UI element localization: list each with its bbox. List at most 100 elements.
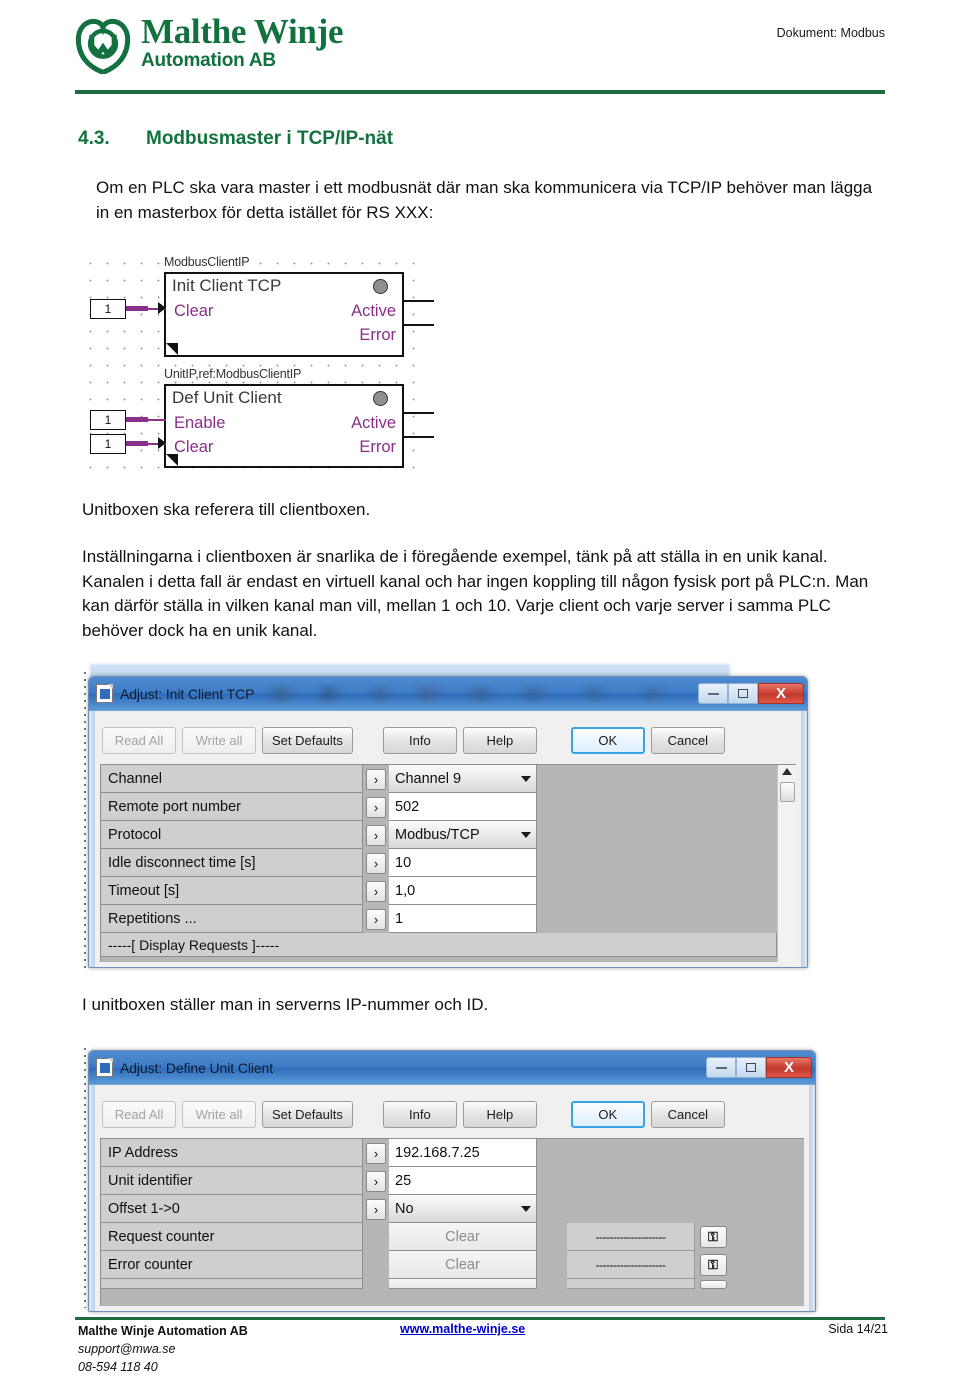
- table-row[interactable]: Timeout [s] › 1,0: [101, 877, 777, 905]
- dialog1-help-button[interactable]: Help: [462, 727, 537, 754]
- table-row[interactable]: Protocol › Modbus/TCP: [101, 821, 777, 849]
- dialog1-row2-expand[interactable]: ›: [363, 821, 389, 849]
- dialog2-row0-value[interactable]: 192.168.7.25: [389, 1139, 537, 1167]
- chevron-right-icon[interactable]: ›: [366, 1170, 386, 1192]
- dialog1-row0-value[interactable]: Channel 9: [389, 765, 537, 793]
- dialog2-close-button[interactable]: X: [766, 1057, 812, 1078]
- chevron-right-icon[interactable]: ›: [366, 1198, 386, 1220]
- fb2-const-enable[interactable]: 1: [90, 410, 126, 430]
- dialog1-row3-value[interactable]: 10: [389, 849, 537, 877]
- dialog1-write-all-button[interactable]: Write all: [182, 727, 256, 754]
- chevron-down-icon[interactable]: [521, 775, 531, 782]
- fb2-const-clear[interactable]: 1: [90, 434, 126, 454]
- dialog1-vertical-scrollbar[interactable]: [777, 765, 796, 962]
- chevron-right-icon[interactable]: ›: [366, 824, 386, 846]
- dialog1-row5-value[interactable]: 1: [389, 905, 537, 933]
- table-row[interactable]: Idle disconnect time [s] › 10: [101, 849, 777, 877]
- table-row-partial[interactable]: [101, 1279, 804, 1289]
- dialog2-row1-value[interactable]: 25: [389, 1167, 537, 1195]
- dialog2-titlebar[interactable]: Adjust: Define Unit Client X: [89, 1051, 815, 1085]
- dialog2-write-all-button[interactable]: Write all: [182, 1101, 256, 1128]
- dialog1-close-button[interactable]: X: [758, 683, 804, 704]
- dialog2-window-controls[interactable]: X: [706, 1057, 812, 1078]
- dialog2-read-all-button[interactable]: Read All: [102, 1101, 176, 1128]
- dialog2-ok-button[interactable]: OK: [570, 1101, 645, 1128]
- table-row[interactable]: Error counter Clear --------------------…: [101, 1251, 804, 1279]
- dialog1-cancel-button[interactable]: Cancel: [650, 727, 725, 754]
- table-row[interactable]: Channel › Channel 9: [101, 765, 777, 793]
- table-row[interactable]: Request counter Clear ------------------…: [101, 1223, 804, 1251]
- dialog2-help-button[interactable]: Help: [462, 1101, 537, 1128]
- chevron-right-icon[interactable]: ›: [366, 768, 386, 790]
- dialog2-row5-key-partial[interactable]: [695, 1279, 731, 1289]
- chevron-right-icon[interactable]: ›: [366, 880, 386, 902]
- dialog2-info-button[interactable]: Info: [382, 1101, 457, 1128]
- fb2-input-clear: Clear: [174, 438, 214, 456]
- dialog2-row4-label: Error counter: [101, 1251, 363, 1279]
- dialog1-app-icon: [96, 684, 113, 703]
- fb2-block[interactable]: Def Unit Client Enable Clear Active Erro…: [164, 384, 404, 468]
- dialog1-row5-expand[interactable]: ›: [363, 905, 389, 933]
- dialog2-row0-spacer: [537, 1139, 804, 1167]
- dialog1-row3-expand[interactable]: ›: [363, 849, 389, 877]
- logo-title: Malthe Winje: [141, 12, 344, 51]
- dialog1-info-button[interactable]: Info: [382, 727, 457, 754]
- dialog1-row0-value-text: Channel 9: [395, 770, 462, 787]
- fb2-title: Def Unit Client: [172, 388, 282, 407]
- fb2-caption: UnitIP,ref:ModbusClientIP: [164, 367, 302, 381]
- fb1-block[interactable]: Init Client TCP Clear Active Error: [164, 272, 404, 357]
- dialog2-row5-clear-partial[interactable]: [389, 1279, 537, 1289]
- dialog2-row0-expand[interactable]: ›: [363, 1139, 389, 1167]
- table-row[interactable]: Repetitions ... › 1: [101, 905, 777, 933]
- key-icon[interactable]: ⚿: [699, 1226, 727, 1248]
- dialog1-row4-expand[interactable]: ›: [363, 877, 389, 905]
- dialog2-row3-clear-button[interactable]: Clear: [389, 1223, 537, 1251]
- dialog1-minimize-button[interactable]: [698, 683, 728, 704]
- dialog1-titlebar[interactable]: Adjust: Init Client TCP X: [89, 677, 807, 711]
- table-row[interactable]: Offset 1->0 › No: [101, 1195, 804, 1223]
- scrollbar-thumb[interactable]: [780, 782, 795, 802]
- key-icon[interactable]: ⚿: [699, 1254, 727, 1276]
- dialog2-row2-value-text: No: [395, 1200, 414, 1217]
- chevron-right-icon[interactable]: ›: [366, 796, 386, 818]
- dialog1-row1-value[interactable]: 502: [389, 793, 537, 821]
- dialog2-row2-expand[interactable]: ›: [363, 1195, 389, 1223]
- chevron-down-icon[interactable]: [521, 1205, 531, 1212]
- dialog1-read-all-button[interactable]: Read All: [102, 727, 176, 754]
- fb1-const-clear[interactable]: 1: [90, 299, 126, 319]
- dialog2-minimize-button[interactable]: [706, 1057, 736, 1078]
- dialog1-row4-value[interactable]: 1,0: [389, 877, 537, 905]
- footer-divider: [75, 1317, 885, 1320]
- dialog2-row1-expand[interactable]: ›: [363, 1167, 389, 1195]
- chevron-down-icon[interactable]: [521, 831, 531, 838]
- page-edge-dots-1: [84, 672, 86, 972]
- dialog1-ok-button[interactable]: OK: [570, 727, 645, 754]
- dialog2-cancel-button[interactable]: Cancel: [650, 1101, 725, 1128]
- dialog2-maximize-button[interactable]: [736, 1057, 766, 1078]
- dialog2-row2-value[interactable]: No: [389, 1195, 537, 1223]
- fb1-output-active: Active: [351, 302, 396, 320]
- dialog1-maximize-button[interactable]: [728, 683, 758, 704]
- table-row[interactable]: Remote port number › 502: [101, 793, 777, 821]
- dialog-define-unit-client[interactable]: Adjust: Define Unit Client X Read All Wr…: [88, 1050, 816, 1312]
- table-row[interactable]: Unit identifier › 25: [101, 1167, 804, 1195]
- dialog2-row3-key-cell[interactable]: ⚿: [695, 1223, 731, 1251]
- dialog1-window-controls[interactable]: X: [698, 683, 804, 704]
- dialog-init-client-tcp[interactable]: Adjust: Init Client TCP X Read All Write…: [88, 676, 808, 968]
- footer-company: Malthe Winje Automation AB: [78, 1324, 248, 1338]
- dialog2-row4-key-cell[interactable]: ⚿: [695, 1251, 731, 1279]
- chevron-right-icon[interactable]: ›: [366, 908, 386, 930]
- dialog1-set-defaults-button[interactable]: Set Defaults: [262, 727, 353, 754]
- dialog1-row2-spacer: [537, 821, 777, 849]
- table-row[interactable]: IP Address › 192.168.7.25: [101, 1139, 804, 1167]
- dialog2-set-defaults-button[interactable]: Set Defaults: [262, 1101, 353, 1128]
- dialog1-row1-expand[interactable]: ›: [363, 793, 389, 821]
- dialog1-row2-value[interactable]: Modbus/TCP: [389, 821, 537, 849]
- chevron-right-icon[interactable]: ›: [366, 1142, 386, 1164]
- dialog1-row0-expand[interactable]: ›: [363, 765, 389, 793]
- scroll-up-arrow-icon[interactable]: [782, 768, 792, 775]
- footer-website-link[interactable]: www.malthe-winje.se: [400, 1322, 525, 1336]
- dialog2-row4-clear-button[interactable]: Clear: [389, 1251, 537, 1279]
- key-icon[interactable]: [699, 1279, 727, 1289]
- chevron-right-icon[interactable]: ›: [366, 852, 386, 874]
